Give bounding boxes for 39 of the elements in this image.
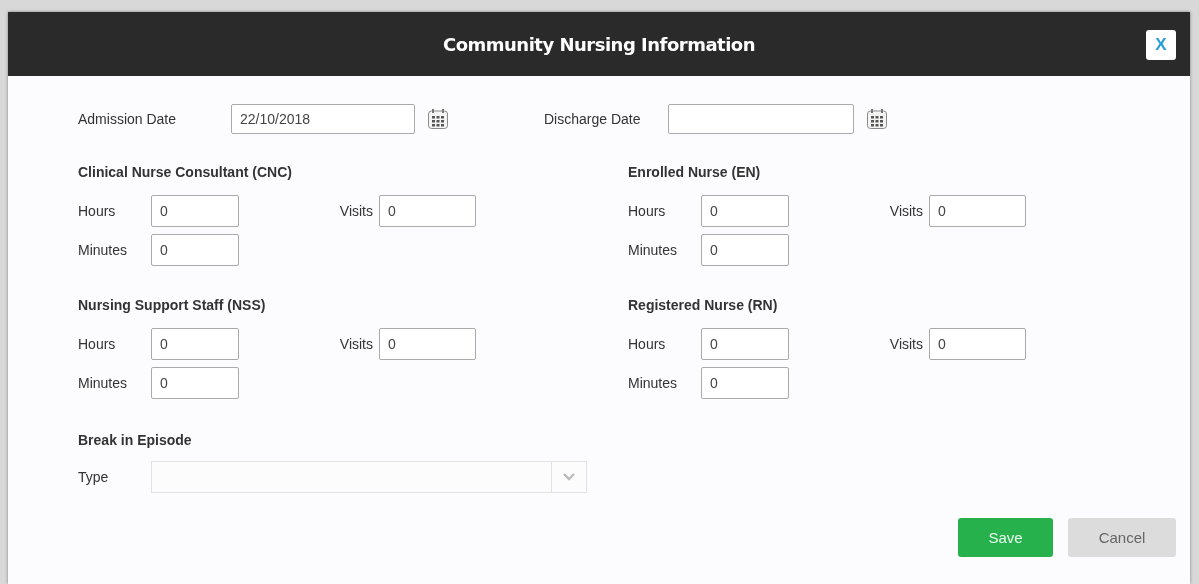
chevron-down-icon	[563, 473, 575, 481]
field-label: Visits	[339, 336, 373, 352]
field-label: Visits	[339, 203, 373, 219]
field-label: Minutes	[628, 375, 679, 391]
cancel-button[interactable]: Cancel	[1068, 518, 1176, 557]
field-label: Discharge Date	[544, 111, 642, 127]
section-title: Clinical Nurse Consultant (CNC)	[78, 164, 293, 181]
section-title: Registered Nurse (RN)	[628, 297, 779, 314]
dialog-title: Community Nursing Information	[442, 33, 755, 55]
section-title: Nursing Support Staff (NSS)	[78, 297, 267, 314]
field-label: Minutes	[78, 375, 129, 391]
number-input[interactable]: 0	[929, 195, 1026, 227]
field-label: Minutes	[78, 242, 129, 258]
number-input[interactable]: 0	[701, 367, 789, 399]
number-input[interactable]: 0	[379, 328, 476, 360]
date-input[interactable]	[668, 104, 854, 134]
number-input[interactable]: 0	[701, 234, 789, 266]
number-input[interactable]: 0	[701, 328, 789, 360]
number-input[interactable]: 0	[151, 367, 239, 399]
field-label: Hours	[628, 203, 667, 219]
field-label: Visits	[889, 336, 923, 352]
field-label: Hours	[78, 203, 117, 219]
number-input[interactable]: 0	[151, 328, 239, 360]
section-title: Enrolled Nurse (EN)	[628, 164, 762, 181]
field-label: Visits	[889, 203, 923, 219]
calendar-icon[interactable]	[427, 108, 449, 130]
date-input[interactable]: 22/10/2018	[231, 104, 415, 134]
number-input[interactable]: 0	[379, 195, 476, 227]
section-title: Break in Episode	[78, 432, 193, 449]
number-input[interactable]: 0	[151, 195, 239, 227]
field-label: Admission Date	[78, 111, 178, 127]
field-label: Type	[78, 469, 110, 485]
calendar-icon[interactable]	[866, 108, 888, 130]
field-label: Minutes	[628, 242, 679, 258]
field-label: Hours	[628, 336, 667, 352]
number-input[interactable]: 0	[151, 234, 239, 266]
number-input[interactable]: 0	[701, 195, 789, 227]
field-label: Hours	[78, 336, 117, 352]
number-input[interactable]: 0	[929, 328, 1026, 360]
